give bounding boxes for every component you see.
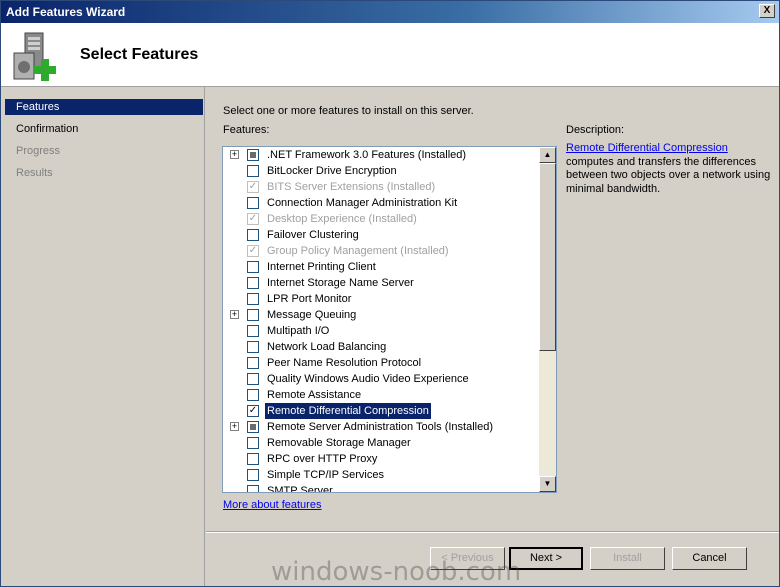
feature-label: Peer Name Resolution Protocol [267, 357, 422, 369]
wizard-steps-sidebar: Features Confirmation Progress Results [1, 87, 205, 586]
feature-label: Connection Manager Administration Kit [267, 197, 458, 209]
feature-checkbox[interactable]: ✓ [247, 213, 259, 225]
feature-label: Message Queuing [267, 309, 357, 321]
feature-row[interactable]: Simple TCP/IP Services [223, 467, 539, 483]
feature-row[interactable]: ✓ BITS Server Extensions (Installed) [223, 179, 539, 195]
description-text: computes and transfers the differences b… [566, 155, 771, 195]
feature-row[interactable]: Removable Storage Manager [223, 435, 539, 451]
features-scrollbar[interactable]: ▲ ▼ [539, 147, 556, 492]
feature-row[interactable]: Multipath I/O [223, 323, 539, 339]
feature-label: .NET Framework 3.0 Features (Installed) [267, 149, 467, 161]
more-about-features-link[interactable]: More about features [223, 499, 321, 511]
step-progress: Progress [16, 145, 61, 157]
feature-checkbox[interactable]: ✓ [247, 405, 259, 417]
feature-label: Desktop Experience (Installed) [267, 213, 417, 225]
server-add-icon [13, 32, 56, 81]
feature-checkbox[interactable]: ✓ [247, 245, 259, 257]
wizard-window: Add Features Wizard X Select Features Fe… [0, 0, 780, 587]
title-bar: Add Features Wizard X [1, 1, 779, 23]
step-confirmation[interactable]: Confirmation [5, 121, 203, 137]
feature-row[interactable]: BitLocker Drive Encryption [223, 163, 539, 179]
feature-label: Network Load Balancing [267, 341, 387, 353]
wizard-header: Select Features [1, 23, 779, 87]
description-label: Description: [566, 124, 625, 136]
feature-row[interactable]: + .NET Framework 3.0 Features (Installed) [223, 147, 539, 163]
expand-icon[interactable]: + [230, 422, 239, 431]
feature-checkbox[interactable] [247, 469, 259, 481]
feature-checkbox[interactable] [247, 149, 259, 161]
features-label: Features: [223, 124, 270, 136]
feature-row[interactable]: Internet Storage Name Server [223, 275, 539, 291]
footer-separator [206, 531, 779, 533]
feature-row[interactable]: LPR Port Monitor [223, 291, 539, 307]
feature-row[interactable]: Peer Name Resolution Protocol [223, 355, 539, 371]
feature-row[interactable]: Remote Assistance [223, 387, 539, 403]
feature-checkbox[interactable] [247, 309, 259, 321]
feature-label: Remote Assistance [267, 389, 362, 401]
feature-checkbox[interactable] [247, 389, 259, 401]
feature-row[interactable]: ✓ Remote Differential Compression [223, 403, 539, 419]
description-body: Remote Differential Compression computes… [566, 142, 771, 196]
feature-label: Remote Differential Compression [265, 403, 431, 419]
instruction-text: Select one or more features to install o… [223, 105, 474, 117]
feature-checkbox[interactable] [247, 325, 259, 337]
feature-label: Internet Storage Name Server [267, 277, 414, 289]
expand-icon[interactable]: + [230, 150, 239, 159]
feature-checkbox[interactable] [247, 421, 259, 433]
feature-checkbox[interactable] [247, 373, 259, 385]
feature-row[interactable]: SMTP Server [223, 483, 539, 492]
feature-row[interactable]: Failover Clustering [223, 227, 539, 243]
scroll-down-button[interactable]: ▼ [539, 476, 556, 492]
scroll-thumb[interactable] [539, 163, 556, 351]
feature-checkbox[interactable] [247, 293, 259, 305]
description-link[interactable]: Remote Differential Compression [566, 142, 728, 154]
window-title: Add Features Wizard [6, 5, 126, 19]
feature-label: Quality Windows Audio Video Experience [267, 373, 469, 385]
watermark-text: windows-noob.com [271, 557, 522, 587]
page-title: Select Features [80, 46, 199, 63]
step-results: Results [16, 167, 53, 179]
scroll-up-button[interactable]: ▲ [539, 147, 556, 163]
feature-label: Group Policy Management (Installed) [267, 245, 449, 257]
feature-row[interactable]: Quality Windows Audio Video Experience [223, 371, 539, 387]
feature-row[interactable]: RPC over HTTP Proxy [223, 451, 539, 467]
feature-label: Failover Clustering [267, 229, 359, 241]
close-button[interactable]: X [759, 4, 775, 18]
feature-row[interactable]: + Remote Server Administration Tools (Ins… [223, 419, 539, 435]
cancel-button[interactable]: Cancel [672, 547, 747, 570]
feature-row[interactable]: Internet Printing Client [223, 259, 539, 275]
feature-checkbox[interactable] [247, 277, 259, 289]
feature-row[interactable]: ✓ Desktop Experience (Installed) [223, 211, 539, 227]
feature-label: SMTP Server [267, 485, 333, 492]
feature-checkbox[interactable] [247, 357, 259, 369]
features-list-items: + .NET Framework 3.0 Features (Installed)… [223, 147, 539, 492]
feature-label: BITS Server Extensions (Installed) [267, 181, 436, 193]
feature-label: LPR Port Monitor [267, 293, 352, 305]
feature-label: Removable Storage Manager [267, 437, 411, 449]
expand-icon[interactable]: + [230, 310, 239, 319]
feature-row[interactable]: Network Load Balancing [223, 339, 539, 355]
feature-checkbox[interactable]: ✓ [247, 181, 259, 193]
feature-checkbox[interactable] [247, 453, 259, 465]
feature-checkbox[interactable] [247, 165, 259, 177]
feature-checkbox[interactable] [247, 261, 259, 273]
feature-checkbox[interactable] [247, 437, 259, 449]
feature-checkbox[interactable] [247, 485, 259, 492]
features-list[interactable]: + .NET Framework 3.0 Features (Installed)… [222, 146, 557, 493]
feature-row[interactable]: + Message Queuing [223, 307, 539, 323]
feature-checkbox[interactable] [247, 229, 259, 241]
feature-checkbox[interactable] [247, 197, 259, 209]
feature-row[interactable]: ✓ Group Policy Management (Installed) [223, 243, 539, 259]
feature-label: BitLocker Drive Encryption [267, 165, 397, 177]
feature-label: Internet Printing Client [267, 261, 376, 273]
step-features[interactable]: Features [5, 99, 203, 115]
feature-row[interactable]: Connection Manager Administration Kit [223, 195, 539, 211]
feature-label: RPC over HTTP Proxy [267, 453, 378, 465]
feature-label: Remote Server Administration Tools (Inst… [267, 421, 494, 433]
feature-label: Simple TCP/IP Services [267, 469, 384, 481]
install-button[interactable]: Install [590, 547, 665, 570]
feature-checkbox[interactable] [247, 341, 259, 353]
feature-label: Multipath I/O [267, 325, 330, 337]
